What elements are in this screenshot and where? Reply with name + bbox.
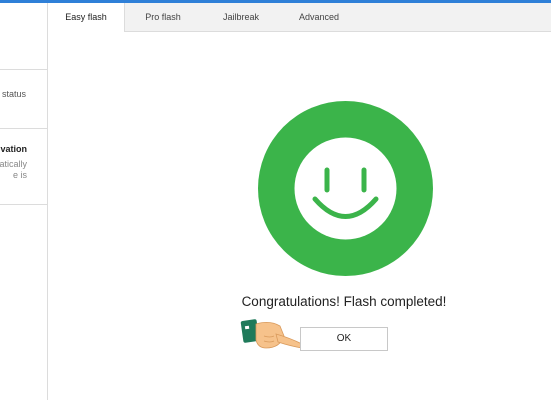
smiley-face-icon: [258, 101, 433, 276]
flash-completed-message: Congratulations! Flash completed!: [241, 294, 447, 309]
tab-jailbreak[interactable]: Jailbreak: [203, 3, 279, 31]
sidebar-divider: [0, 128, 47, 129]
tab-advanced[interactable]: Advanced: [281, 3, 357, 31]
sidebar-divider: [0, 69, 47, 70]
left-sidebar: g status l ivation atically e is: [0, 3, 48, 400]
pointing-hand-icon: [240, 319, 304, 349]
sidebar-status-label: g status: [0, 89, 26, 99]
tab-easy-flash[interactable]: Easy flash: [48, 3, 125, 32]
sidebar-divider: [0, 204, 47, 205]
tab-bar: Easy flash Pro flash Jailbreak Advanced: [48, 3, 551, 32]
sidebar-section-heading: ivation: [0, 144, 27, 154]
tab-pro-flash[interactable]: Pro flash: [125, 3, 201, 31]
ok-button[interactable]: OK: [300, 327, 388, 351]
main-panel: Congratulations! Flash completed! OK: [48, 32, 551, 400]
sidebar-section-desc-line2: e is: [12, 170, 27, 180]
sidebar-section-desc-line1: atically: [0, 159, 27, 169]
